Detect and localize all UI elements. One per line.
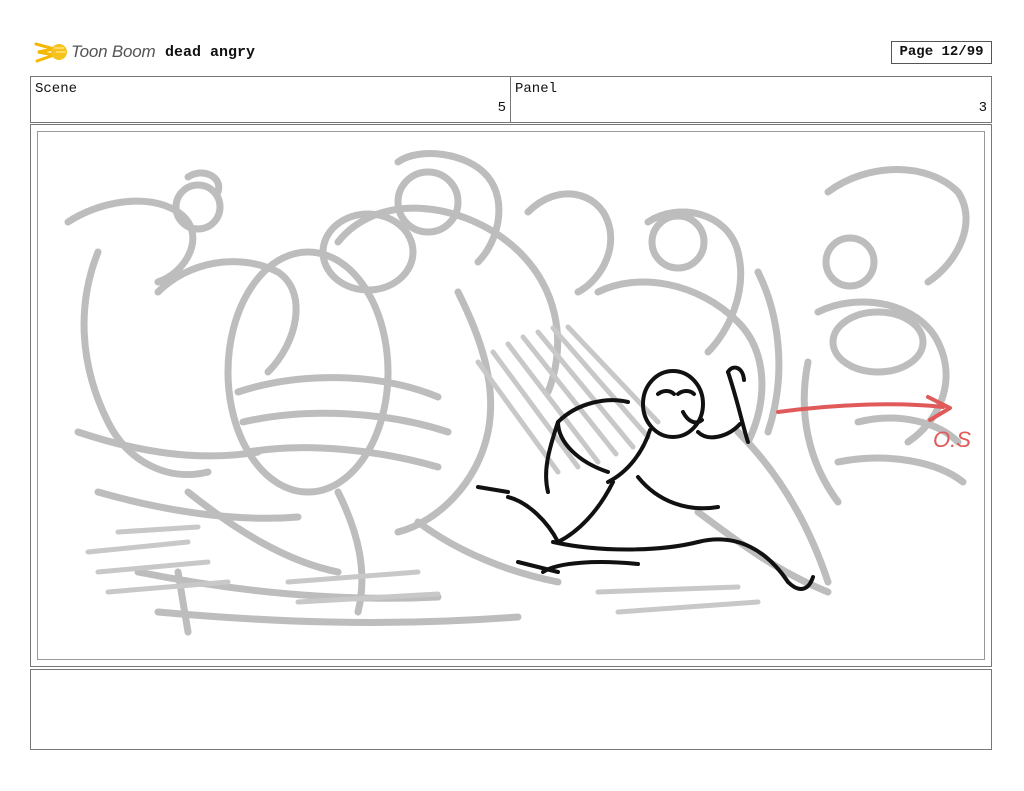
panel-label: Panel — [515, 81, 558, 97]
panel-cell: Panel 3 — [511, 77, 991, 122]
scene-panel-info: Scene 5 Panel 3 — [30, 76, 992, 123]
project-title: dead angry — [165, 44, 256, 61]
panel-number: 3 — [978, 100, 987, 116]
scene-label: Scene — [35, 81, 78, 97]
panel-notes[interactable] — [30, 669, 992, 750]
panel-drawing-area: O.S — [37, 131, 985, 660]
storyboard-header: Toon Boom dead angry Page 12/99 — [30, 36, 992, 68]
scene-number: 5 — [497, 100, 506, 116]
panel-frame: O.S — [30, 124, 992, 667]
scene-cell: Scene 5 — [31, 77, 511, 122]
panel-sketch: O.S — [64, 150, 971, 636]
toon-boom-logo: Toon Boom — [34, 36, 158, 68]
star-burst-icon — [34, 42, 67, 63]
page-indicator: Page 12/99 — [891, 41, 992, 64]
offscreen-annotation: O.S — [933, 427, 971, 452]
rough-hatching — [85, 324, 761, 615]
logo-text: Toon Boom — [71, 42, 156, 61]
